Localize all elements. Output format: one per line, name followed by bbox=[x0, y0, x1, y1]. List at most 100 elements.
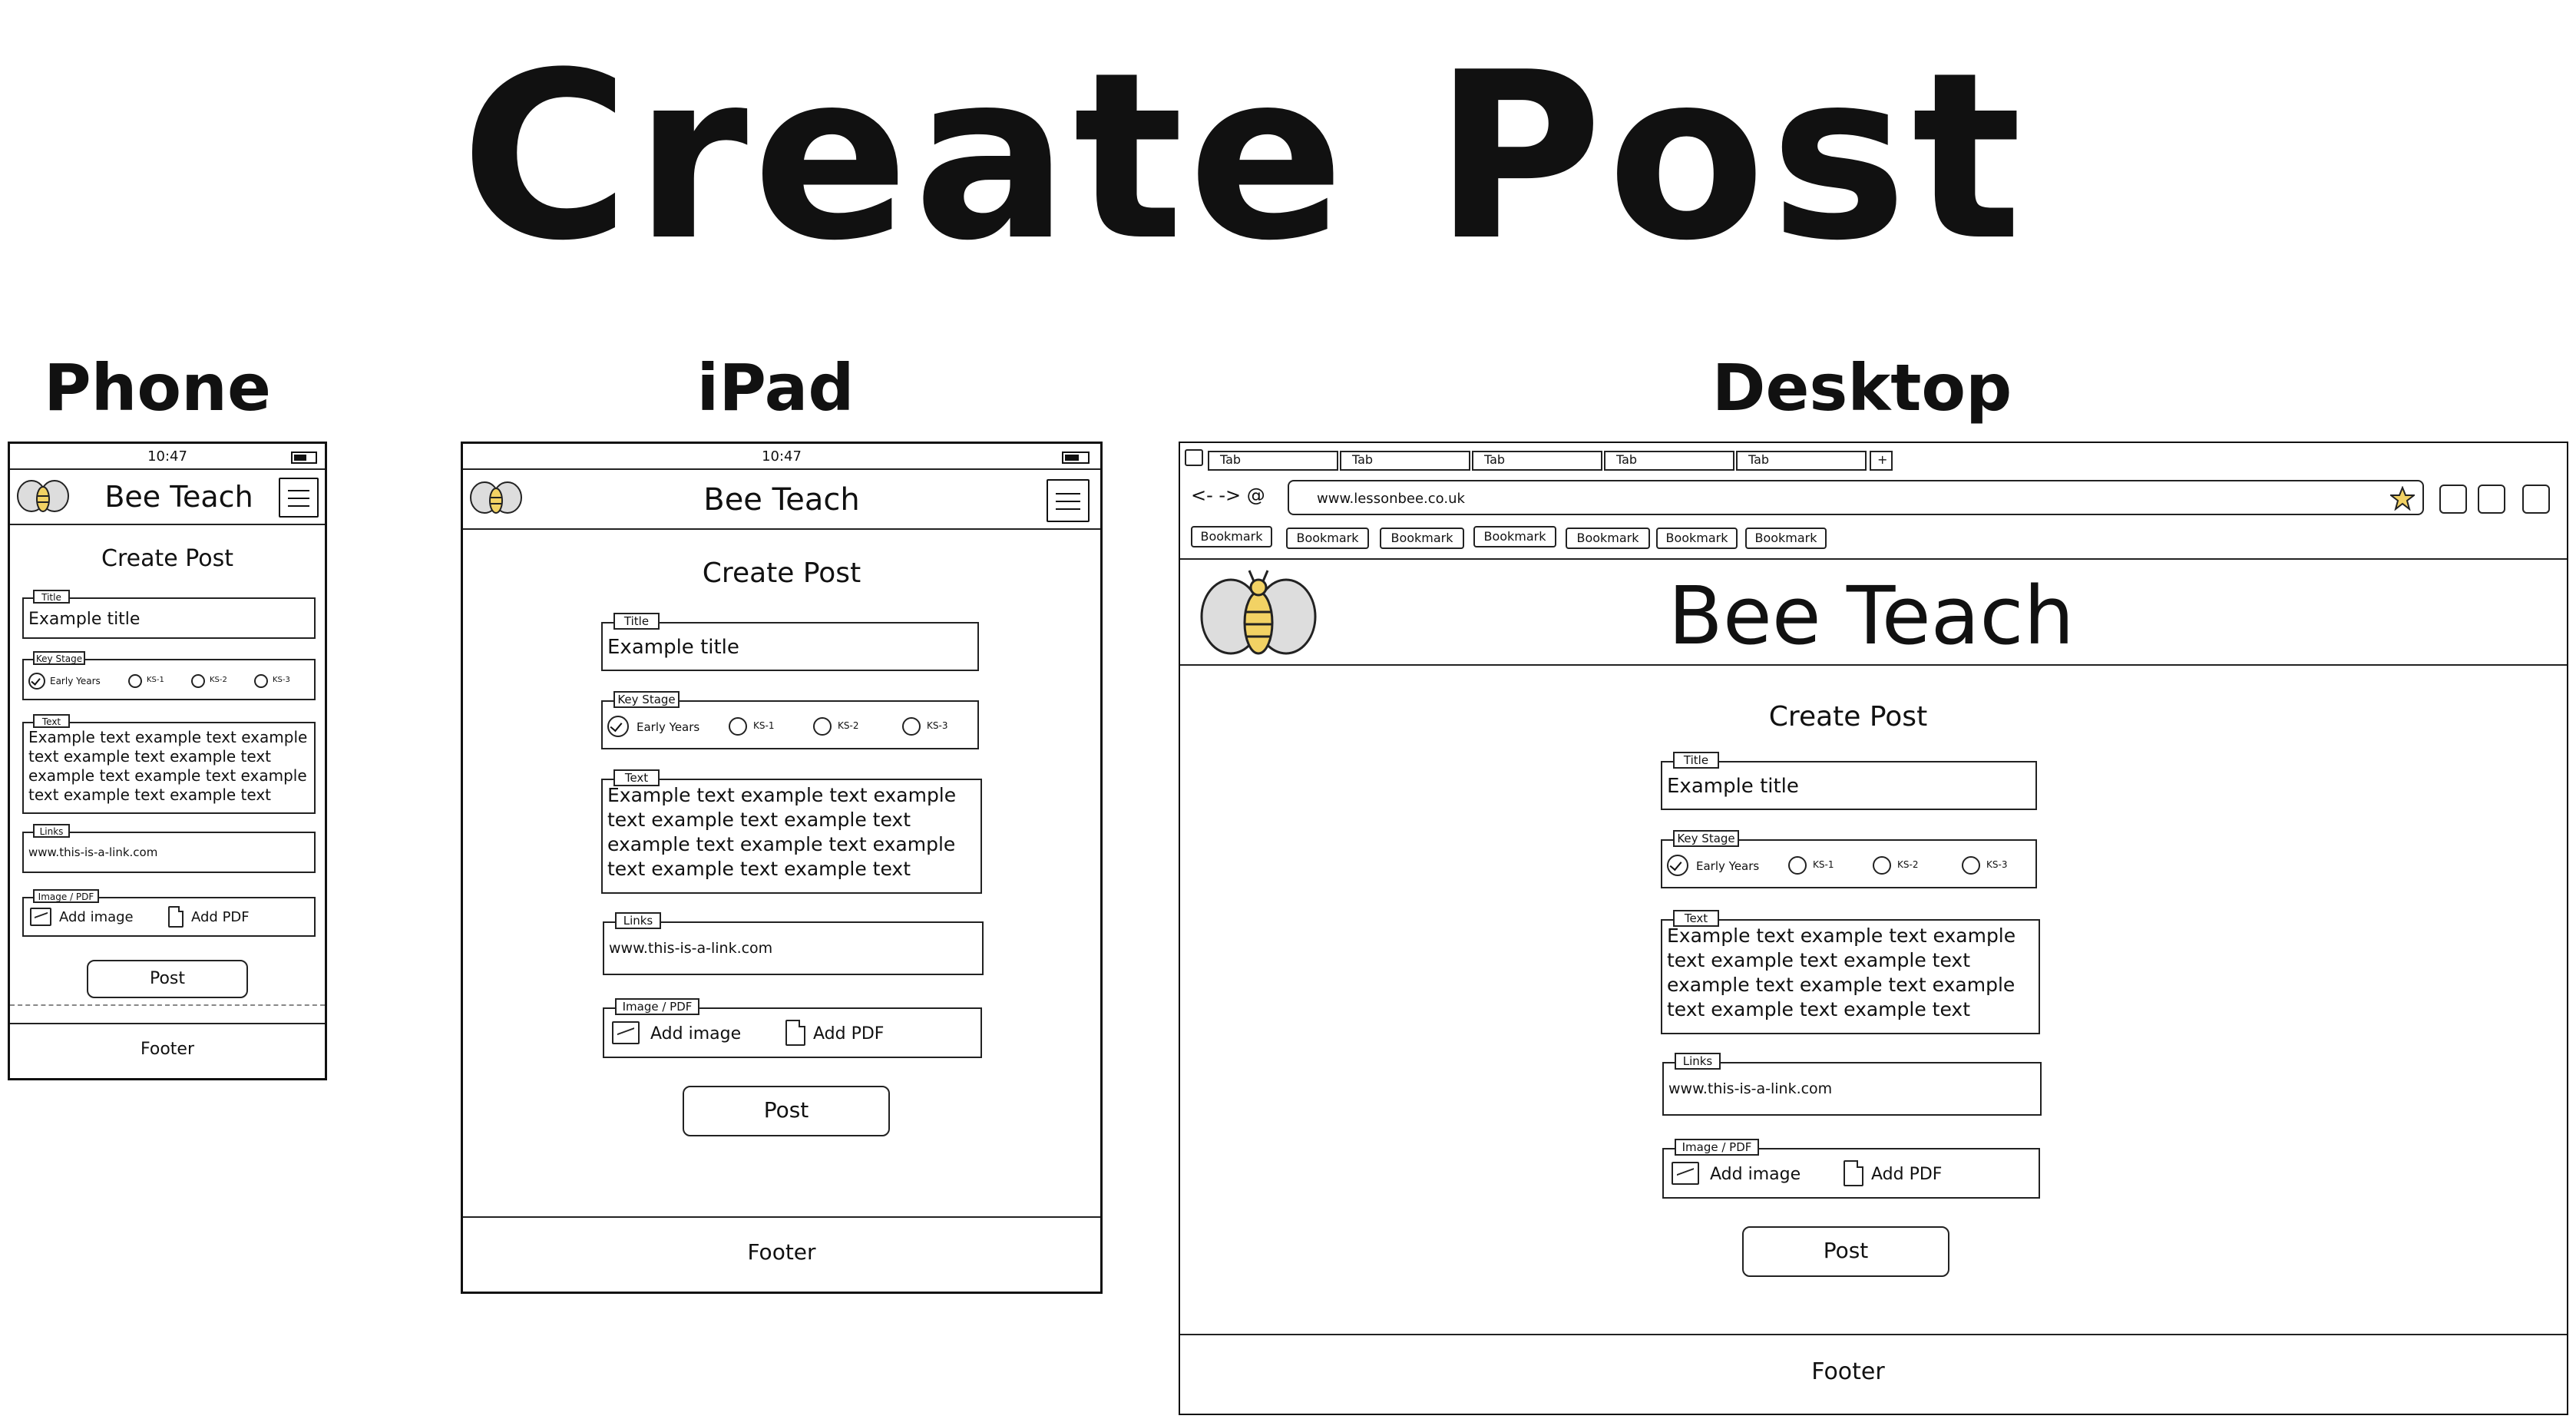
add-image-label[interactable]: Add image bbox=[1710, 1165, 1801, 1184]
radio-ks1[interactable] bbox=[128, 674, 142, 688]
text-value: Example text example text example text e… bbox=[28, 728, 308, 804]
radio-ks2[interactable] bbox=[1873, 856, 1891, 875]
bee-logo-icon bbox=[17, 480, 69, 512]
radio-label: KS-2 bbox=[838, 720, 859, 731]
footer: Footer bbox=[1811, 1358, 1885, 1385]
hamburger-menu-icon[interactable] bbox=[279, 478, 319, 518]
text-field[interactable]: Example text example text example text e… bbox=[1661, 919, 2040, 1034]
window-control-icon[interactable] bbox=[1185, 449, 1203, 466]
image-icon[interactable] bbox=[30, 908, 51, 926]
brand-name: Bee Teach bbox=[104, 480, 253, 514]
links-field[interactable]: www.this-is-a-link.com bbox=[603, 921, 984, 975]
links-value: www.this-is-a-link.com bbox=[609, 940, 773, 957]
bookmark[interactable]: Bookmark bbox=[1191, 526, 1272, 547]
add-pdf-label[interactable]: Add PDF bbox=[1871, 1165, 1942, 1184]
file-icon[interactable] bbox=[785, 1020, 805, 1046]
radio-ks2[interactable] bbox=[813, 717, 832, 736]
radio-ks1[interactable] bbox=[1788, 856, 1807, 875]
radio-ks3[interactable] bbox=[1962, 856, 1980, 875]
form-title: Create Post bbox=[702, 557, 861, 589]
status-time: 10:47 bbox=[762, 448, 802, 465]
bookmark[interactable]: Bookmark bbox=[1380, 528, 1464, 549]
file-icon[interactable] bbox=[1844, 1160, 1863, 1186]
ipad-frame: 10:47 Bee Teach Create Post Example titl… bbox=[461, 442, 1103, 1294]
post-button[interactable]: Post bbox=[1742, 1226, 1949, 1277]
title-value: Example title bbox=[1667, 775, 1799, 798]
media-legend: Image / PDF bbox=[33, 889, 99, 903]
image-icon[interactable] bbox=[1672, 1162, 1699, 1185]
bee-logo-icon bbox=[1200, 570, 1317, 655]
image-icon[interactable] bbox=[612, 1021, 640, 1044]
status-time: 10:47 bbox=[147, 448, 187, 465]
bookmark[interactable]: Bookmark bbox=[1566, 528, 1650, 549]
radio-early-years[interactable] bbox=[1667, 855, 1688, 876]
radio-ks3[interactable] bbox=[902, 717, 921, 736]
media-legend: Image / PDF bbox=[1675, 1139, 1759, 1156]
browser-tab[interactable]: Tab bbox=[1208, 451, 1338, 471]
add-image-label[interactable]: Add image bbox=[59, 909, 134, 925]
radio-ks1[interactable] bbox=[729, 717, 747, 736]
title-value: Example title bbox=[28, 610, 141, 629]
text-field[interactable]: Example text example text example text e… bbox=[22, 722, 316, 814]
page-heading: Create Post bbox=[461, 23, 2027, 291]
text-field[interactable]: Example text example text example text e… bbox=[601, 779, 982, 894]
text-legend: Text bbox=[1673, 910, 1719, 927]
add-pdf-label[interactable]: Add PDF bbox=[813, 1024, 884, 1044]
bee-logo-icon bbox=[470, 481, 522, 514]
radio-label: KS-1 bbox=[753, 720, 775, 731]
form-title: Create Post bbox=[1768, 701, 1928, 733]
radio-label: KS-2 bbox=[1897, 859, 1919, 870]
browser-tab[interactable]: Tab bbox=[1472, 451, 1602, 471]
post-button[interactable]: Post bbox=[683, 1086, 890, 1136]
bookmark[interactable]: Bookmark bbox=[1745, 528, 1827, 549]
text-value: Example text example text example text e… bbox=[607, 784, 957, 880]
battery-icon bbox=[1062, 452, 1090, 464]
radio-label: Early Years bbox=[1696, 859, 1760, 873]
url-bar[interactable]: www.lessonbee.co.uk bbox=[1288, 480, 2424, 515]
add-pdf-label[interactable]: Add PDF bbox=[191, 909, 250, 925]
new-tab-button[interactable]: + bbox=[1870, 451, 1893, 471]
radio-label: KS-1 bbox=[147, 676, 164, 684]
title-legend: Title bbox=[1673, 752, 1719, 769]
toolbar-button[interactable] bbox=[2478, 485, 2505, 514]
keystage-legend: Key Stage bbox=[33, 651, 85, 665]
links-field[interactable]: www.this-is-a-link.com bbox=[22, 832, 316, 873]
desktop-frame: Tab Tab Tab Tab Tab + <- -> @ www.lesson… bbox=[1179, 442, 2568, 1415]
hamburger-menu-icon[interactable] bbox=[1047, 479, 1090, 522]
radio-early-years[interactable] bbox=[28, 673, 45, 690]
links-legend: Links bbox=[1675, 1053, 1721, 1070]
links-field[interactable]: www.this-is-a-link.com bbox=[1662, 1062, 2042, 1116]
phone-section-heading: Phone bbox=[44, 350, 271, 425]
title-field[interactable]: Example title bbox=[22, 597, 316, 639]
add-image-label[interactable]: Add image bbox=[650, 1024, 741, 1044]
phone-frame: 10:47 Bee Teach Create Post Example titl… bbox=[8, 442, 327, 1080]
radio-label: KS-3 bbox=[273, 676, 290, 684]
browser-tab[interactable]: Tab bbox=[1340, 451, 1470, 471]
post-button[interactable]: Post bbox=[87, 960, 248, 998]
radio-label: KS-3 bbox=[927, 720, 948, 731]
toolbar-button[interactable] bbox=[2439, 485, 2467, 514]
toolbar-button[interactable] bbox=[2522, 485, 2550, 514]
brand-name: Bee Teach bbox=[703, 482, 860, 518]
radio-label: KS-3 bbox=[1986, 859, 2008, 870]
title-legend: Title bbox=[33, 590, 70, 604]
keystage-legend: Key Stage bbox=[1673, 830, 1739, 847]
radio-label: Early Years bbox=[50, 676, 101, 686]
desktop-section-heading: Desktop bbox=[1711, 350, 2012, 425]
radio-ks3[interactable] bbox=[254, 674, 268, 688]
title-value: Example title bbox=[607, 636, 739, 659]
battery-icon bbox=[291, 452, 317, 464]
nav-controls[interactable]: <- -> @ bbox=[1191, 485, 1265, 506]
bookmark[interactable]: Bookmark bbox=[1473, 526, 1556, 547]
brand-name: Bee Teach bbox=[1668, 569, 2075, 663]
radio-ks2[interactable] bbox=[191, 674, 205, 688]
bookmark[interactable]: Bookmark bbox=[1286, 528, 1369, 549]
bookmark[interactable]: Bookmark bbox=[1656, 528, 1738, 549]
radio-label: KS-2 bbox=[210, 676, 227, 684]
radio-early-years[interactable] bbox=[607, 716, 629, 737]
file-icon[interactable] bbox=[168, 906, 184, 928]
radio-label: KS-1 bbox=[1813, 859, 1834, 870]
browser-tab[interactable]: Tab bbox=[1604, 451, 1734, 471]
star-icon[interactable] bbox=[2390, 486, 2415, 511]
browser-tab[interactable]: Tab bbox=[1736, 451, 1867, 471]
